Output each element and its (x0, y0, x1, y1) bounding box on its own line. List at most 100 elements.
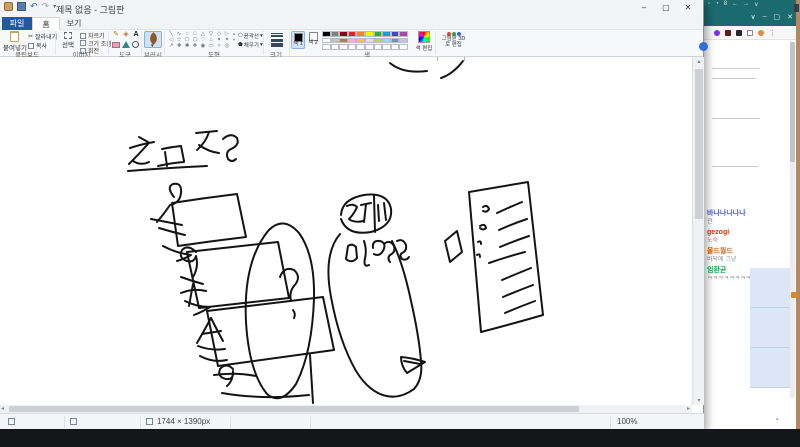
extension-icon[interactable] (747, 29, 753, 36)
horizontal-scrollbar[interactable]: ◂ ▸ (0, 405, 692, 413)
vertical-scrollbar[interactable]: ▴ ▾ (692, 57, 704, 405)
horizontal-scrollbar-thumb[interactable] (9, 406, 579, 412)
chat-item: gezogi 노숙 (707, 229, 751, 245)
desktop-icon[interactable] (794, 4, 799, 12)
color2-button[interactable]: 색 2 (306, 31, 320, 49)
table-row[interactable] (750, 268, 792, 308)
color1-button[interactable]: 색 1 (291, 31, 305, 49)
sketch-stroke (363, 240, 370, 267)
extension-icon[interactable] (714, 29, 720, 36)
browser-toolbar-icon[interactable]: ▫ (708, 1, 710, 8)
palette-swatch[interactable] (382, 31, 391, 37)
palette-swatch[interactable] (330, 31, 340, 37)
extension-icon[interactable] (758, 29, 764, 36)
close-button[interactable]: ✕ (677, 0, 699, 15)
paint-titlebar: ↶ ↷ ▾ 제목 없음 - 그림판 – ▢ ✕ (0, 0, 703, 17)
eraser-tool[interactable] (112, 42, 120, 48)
palette-swatch[interactable] (382, 37, 391, 44)
palette-swatch[interactable] (330, 37, 340, 44)
drawing-canvas[interactable] (0, 57, 692, 405)
scroll-down-icon[interactable]: ▾ (231, 37, 237, 43)
palette-swatch[interactable] (373, 31, 383, 37)
palette-swatch[interactable] (322, 37, 331, 44)
palette-swatch[interactable] (364, 31, 374, 37)
browser-toolbar-icon[interactable]: ∨ (754, 1, 758, 8)
cut-button[interactable]: ✂ 잘라내기 (28, 32, 57, 41)
palette-swatch[interactable] (347, 37, 357, 44)
scroll-left-icon[interactable]: ◂ (1, 405, 4, 412)
palette-swatch[interactable] (339, 31, 348, 37)
palette-swatch[interactable] (347, 31, 357, 37)
extension-icon[interactable] (736, 29, 742, 36)
browser-close-button[interactable]: ✕ (787, 13, 793, 21)
chat-username[interactable]: 임환균 (707, 267, 751, 275)
browser-toolbar-icon[interactable]: → (743, 1, 749, 8)
browser-scrollbar-thumb[interactable] (790, 42, 795, 162)
chat-username[interactable]: 바나나나나나 (707, 210, 751, 218)
palette-swatch[interactable] (390, 37, 400, 44)
minimize-button[interactable]: – (633, 0, 655, 15)
extension-icon[interactable] (725, 29, 731, 36)
shape-outline-button[interactable]: ⬠ 윤곽선 ▾ (238, 32, 263, 40)
browser-toolbar-icon[interactable]: ← (732, 1, 738, 8)
taskbar: 검색하려면 여기에 입력하십시 V ^ ⚙ 한 A 오후 7:45 2022-1… (0, 429, 800, 447)
palette-row (322, 31, 408, 37)
size-button[interactable] (268, 31, 286, 48)
save-button[interactable] (17, 2, 26, 11)
edit-colors-button[interactable] (418, 31, 430, 43)
chat-username[interactable]: 올드월드 (707, 248, 751, 256)
browser-minimize-button[interactable]: – (763, 13, 767, 21)
notification-badge[interactable] (699, 42, 708, 51)
redo-button[interactable]: ↷ (42, 2, 50, 11)
sketch-stroke (206, 296, 335, 367)
browser-scrollbar[interactable] (790, 42, 795, 398)
paint-window: ↶ ↷ ▾ 제목 없음 - 그림판 – ▢ ✕ 파일 홈 보기 붙여넣기 ✂ 잘… (0, 0, 704, 429)
browser-toolbar-icon[interactable]: 8 (724, 1, 727, 8)
size-line-icon (271, 32, 283, 34)
size-line-icon (271, 35, 283, 37)
palette-swatch[interactable] (339, 37, 348, 44)
scroll-right-icon[interactable]: ▸ (687, 405, 690, 412)
sketch-stroke (180, 288, 207, 294)
tab-file[interactable]: 파일 (2, 17, 32, 30)
paste-icon[interactable] (10, 31, 19, 42)
palette-swatch[interactable] (322, 31, 331, 37)
table-row[interactable] (750, 308, 792, 348)
text-tool[interactable]: A (132, 31, 140, 39)
shape-fill-button[interactable]: ⬟ 채우기 ▾ (238, 41, 263, 49)
palette-swatch[interactable] (373, 37, 383, 44)
palette-swatch[interactable] (399, 37, 408, 44)
undo-button[interactable]: ↶ (30, 2, 38, 11)
sketch-stroke (150, 218, 183, 226)
browser-toolbar-icon[interactable]: ◔ (715, 1, 719, 8)
sketch-stroke (499, 235, 530, 248)
pencil-tool[interactable]: ✎ (112, 31, 120, 39)
browser-menu-dots-icon[interactable]: ⋮ (769, 29, 776, 37)
scroll-down-icon[interactable]: ▾ (693, 397, 705, 404)
browser-maximize-button[interactable]: ▢ (774, 13, 781, 21)
tab-view[interactable]: 보기 (60, 17, 88, 30)
chat-username[interactable]: gezogi (707, 229, 751, 237)
size-line-icon (271, 43, 283, 47)
palette-swatch[interactable] (364, 37, 374, 44)
maximize-button[interactable]: ▢ (655, 0, 677, 15)
magnifier-tool[interactable] (132, 41, 139, 48)
palette-swatch[interactable] (356, 31, 365, 37)
select-button[interactable]: 선택 (58, 32, 78, 49)
palette-swatch[interactable] (356, 37, 365, 44)
scroll-top-icon[interactable]: ▴ (776, 416, 779, 422)
color-picker-tool[interactable] (122, 41, 130, 48)
scroll-up-icon[interactable]: ▴ (693, 58, 705, 65)
paint3d-button[interactable]: 그림판 3D로 편집 (440, 31, 467, 53)
tab-home[interactable]: 홈 (32, 17, 60, 30)
sketch-stroke (138, 136, 149, 143)
fill-tool[interactable]: ◈ (122, 31, 130, 39)
vertical-scrollbar-thumb[interactable] (695, 69, 703, 219)
palette-swatch[interactable] (399, 31, 408, 37)
desktop-icon[interactable] (791, 292, 797, 298)
table-row[interactable] (750, 348, 792, 388)
browser-menu-icon[interactable]: ∨ (750, 13, 755, 21)
palette-swatch[interactable] (390, 31, 400, 37)
brushes-button[interactable]: ▾ (144, 31, 162, 49)
shapes-scroll[interactable]: ▴ ▾ (231, 31, 237, 43)
